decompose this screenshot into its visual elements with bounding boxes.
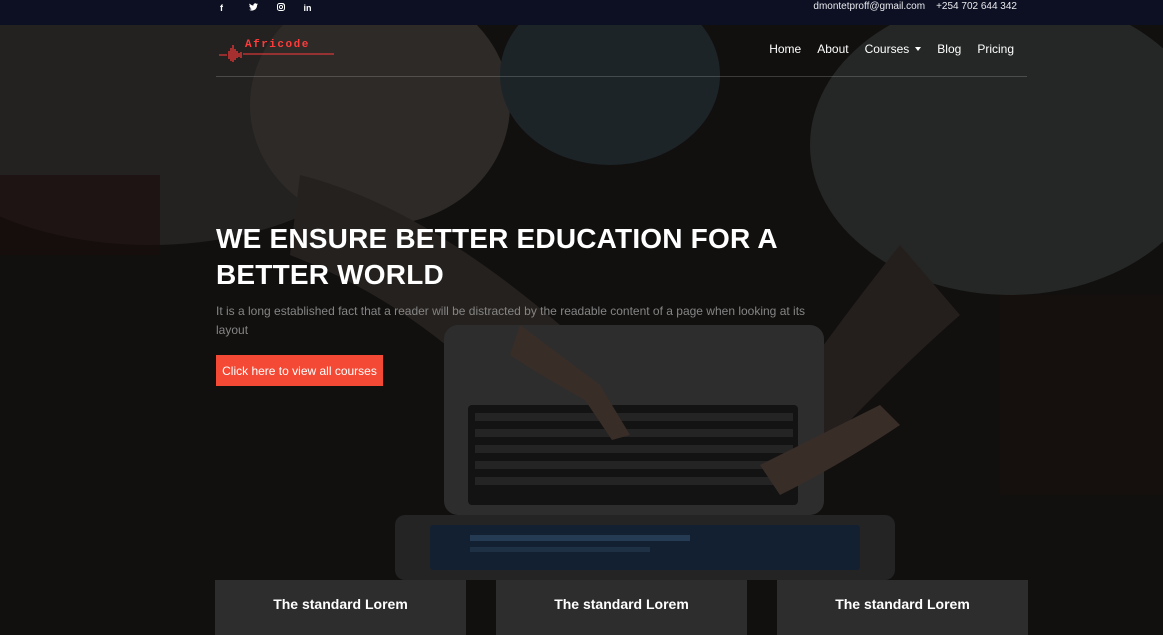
feature-card[interactable]: The standard Lorem	[777, 580, 1028, 635]
email-text[interactable]: dmontetproff@gmail.com	[813, 1, 925, 14]
nav-item-home[interactable]: Home	[769, 42, 801, 56]
brand-logo[interactable]: Africode	[219, 38, 334, 62]
hero-subtitle: It is a long established fact that a rea…	[216, 304, 806, 337]
feature-card-title: The standard Lorem	[835, 596, 970, 612]
feature-card-title: The standard Lorem	[554, 596, 689, 612]
twitter-icon[interactable]	[240, 2, 267, 13]
nav-item-pricing[interactable]: Pricing	[977, 42, 1014, 56]
top-bar: f in dmontetproff@gmail.com +254 702 644…	[0, 0, 1163, 25]
hero-title: WE ENSURE BETTER EDUCATION FOR A BETTER …	[216, 223, 777, 290]
caret-down-icon	[915, 47, 922, 51]
view-courses-button[interactable]: Click here to view all courses	[216, 355, 383, 386]
feature-card-title: The standard Lorem	[273, 596, 408, 612]
instagram-icon[interactable]	[267, 2, 294, 13]
brand-name: Africode	[245, 39, 310, 51]
feature-card[interactable]: The standard Lorem	[215, 580, 466, 635]
nav-menu: Home About Courses Blog Pricing	[769, 42, 1014, 56]
nav-item-about[interactable]: About	[817, 42, 848, 56]
feature-card[interactable]: The standard Lorem	[496, 580, 747, 635]
contact-info: dmontetproff@gmail.com +254 702 644 342	[813, 1, 1017, 14]
nav-item-courses[interactable]: Courses	[865, 42, 922, 56]
nav-item-blog[interactable]: Blog	[937, 42, 961, 56]
nav-item-courses-label: Courses	[864, 42, 910, 56]
social-links: f in	[220, 0, 321, 15]
facebook-icon[interactable]: f	[220, 3, 240, 13]
main-navbar: Africode Home About Courses Blog Pricing	[216, 25, 1027, 77]
phone-text[interactable]: +254 702 644 342	[936, 1, 1017, 14]
linkedin-icon[interactable]: in	[294, 3, 321, 13]
